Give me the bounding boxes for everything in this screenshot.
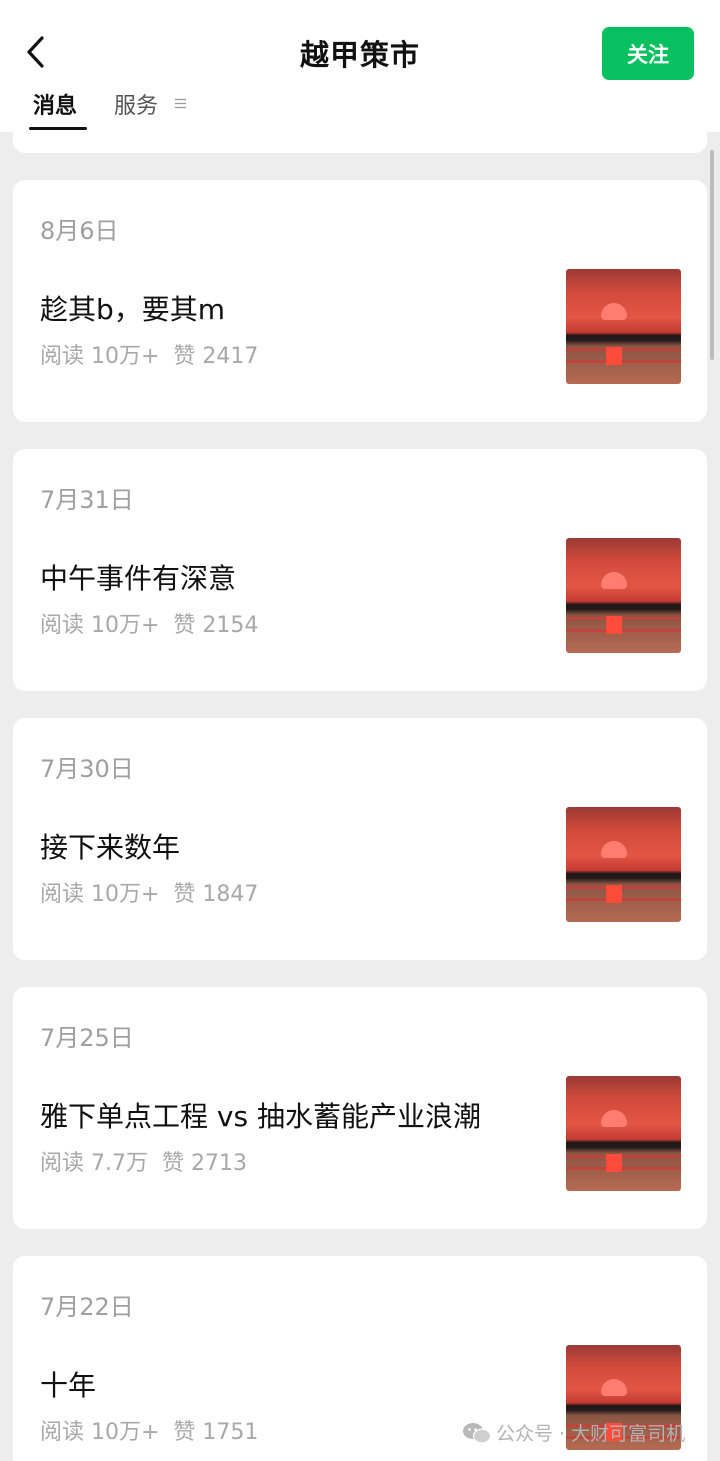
article-stats: 阅读 10万+ 赞 1847 [40, 876, 258, 908]
scrollbar[interactable] [710, 150, 714, 360]
article-title: 趁其b，要其m [40, 293, 226, 326]
read-count: 阅读 10万+ [40, 882, 160, 907]
article-date: 8月6日 [40, 217, 119, 245]
article-card[interactable]: 7月25日 雅下单点工程 vs 抽水蓄能产业浪潮 阅读 7.7万赞 2713 [13, 987, 707, 1229]
read-count: 阅读 7.7万 [40, 1151, 148, 1176]
article-title: 接下来数年 [40, 831, 181, 864]
header: 越甲策市 关注 消息 服务 [0, 0, 720, 132]
article-stats: 阅读 7.7万赞 2713 [40, 1145, 247, 1177]
article-date: 7月30日 [40, 755, 134, 783]
watermark: 公众号 · 大财可富司机 [462, 1419, 685, 1446]
article-card[interactable]: 7月30日 接下来数年 阅读 10万+ 赞 1847 [13, 718, 707, 960]
article-title: 十年 [40, 1369, 97, 1402]
article-stats: 阅读 10万+ 赞 2154 [40, 607, 258, 639]
watermark-text: 公众号 · 大财可富司机 [496, 1423, 686, 1445]
article-date: 7月31日 [40, 486, 134, 514]
wechat-icon [463, 1422, 492, 1443]
article-title: 雅下单点工程 vs 抽水蓄能产业浪潮 [40, 1100, 481, 1133]
follow-button[interactable]: 关注 [602, 27, 694, 80]
article-stats: 阅读 10万+ 赞 1751 [40, 1414, 258, 1446]
tab-messages[interactable]: 消息 [33, 88, 77, 120]
article-card[interactable]: 8月6日 趁其b，要其m 阅读 10万+ 赞 2417 [13, 180, 707, 422]
like-count: 赞 2154 [173, 613, 259, 638]
article-date: 7月25日 [40, 1024, 134, 1052]
read-count: 阅读 10万+ [40, 1420, 160, 1445]
read-count: 阅读 10万+ [40, 344, 160, 369]
tab-service[interactable]: 服务 [114, 88, 158, 120]
article-card[interactable]: 7月31日 中午事件有深意 阅读 10万+ 赞 2154 [13, 449, 707, 691]
like-count: 赞 1847 [173, 882, 259, 907]
article-thumbnail [566, 538, 681, 653]
like-count: 赞 2417 [173, 344, 259, 369]
read-count: 阅读 10万+ [40, 613, 160, 638]
like-count: 赞 2713 [161, 1151, 247, 1176]
menu-lines-icon[interactable] [175, 98, 186, 109]
article-title: 中午事件有深意 [40, 562, 237, 595]
article-stats: 阅读 10万+ 赞 2417 [40, 338, 258, 370]
article-thumbnail [566, 269, 681, 384]
article-thumbnail [566, 1076, 681, 1191]
article-date: 7月22日 [40, 1293, 134, 1321]
article-thumbnail [566, 807, 681, 922]
like-count: 赞 1751 [173, 1420, 259, 1445]
active-tab-indicator [29, 127, 87, 130]
